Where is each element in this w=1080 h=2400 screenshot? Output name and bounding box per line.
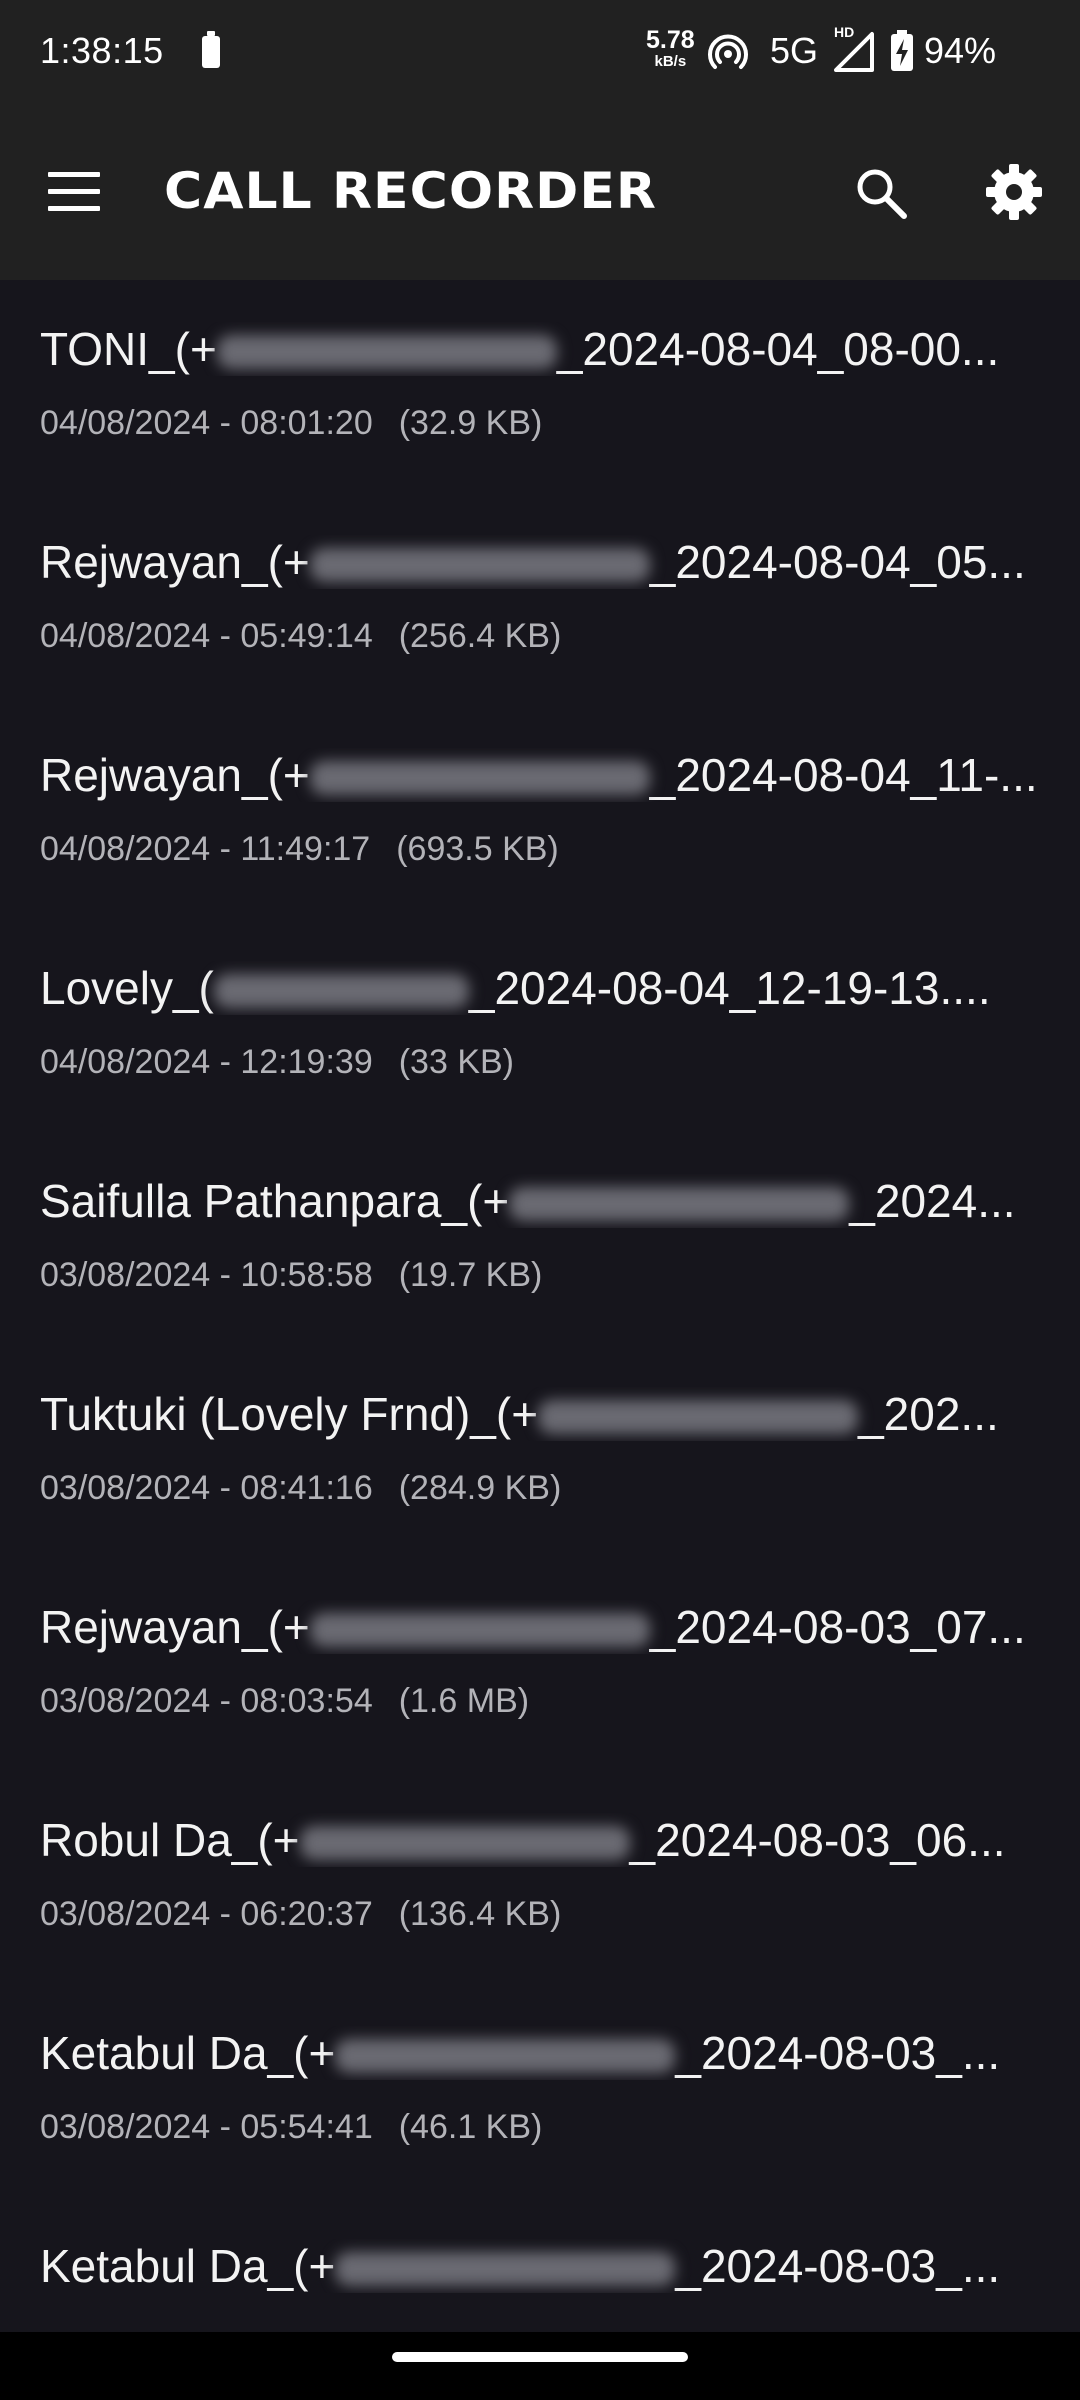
recordings-list: TONI_(+ _2024-08-04_08-00... 04/08/2024 -…	[0, 280, 1080, 2332]
battery-icon	[202, 31, 220, 68]
recording-meta: 03/08/2024 - 10:58:58 (19.7 KB)	[40, 1256, 542, 1295]
recording-title: Lovely_( _2024-08-04_12-19-13....	[40, 961, 1040, 1015]
recording-meta: 04/08/2024 - 08:01:20 (32.9 KB)	[40, 404, 542, 443]
redacted-number	[309, 1613, 650, 1647]
recording-contact: Tuktuki (Lovely Frnd)_(+	[40, 1388, 539, 1440]
recording-date: 03/08/2024 - 08:41:16	[40, 1469, 373, 1507]
network-speed-value: 5.78	[646, 26, 695, 54]
redacted-number	[309, 761, 650, 795]
recording-item[interactable]: Rejwayan_(+ _2024-08-04_05... 04/08/2024 …	[0, 493, 1080, 706]
recording-contact: Rejwayan_(+	[40, 536, 310, 588]
recording-title: Rejwayan_(+ _2024-08-03_07...	[40, 1600, 1040, 1654]
redacted-number	[309, 548, 650, 582]
recording-size: (693.5 KB)	[396, 830, 559, 868]
recording-title: TONI_(+ _2024-08-04_08-00...	[40, 322, 1040, 376]
recording-timestamp: _2024-08-04_11-...	[649, 749, 1038, 801]
network-speed-unit: kB/s	[654, 53, 687, 70]
redacted-number	[538, 1400, 859, 1434]
recording-date: 04/08/2024 - 11:49:17	[40, 830, 371, 868]
recording-size: (284.9 KB)	[398, 1469, 562, 1507]
recording-item[interactable]: TONI_(+ _2024-08-04_08-00... 04/08/2024 -…	[0, 280, 1080, 493]
redacted-number	[213, 974, 469, 1008]
battery-charging-icon	[891, 30, 913, 71]
redacted-number	[299, 1826, 630, 1860]
call-recorder-screen: 1:38:15 5.78 kB/s 5G HD 94% CALL RECORDE…	[0, 0, 1080, 2400]
recording-timestamp: _2024-08-04_08-00...	[556, 323, 1000, 375]
recording-timestamp: _202...	[858, 1388, 999, 1440]
recording-size: (19.7 KB)	[398, 1256, 543, 1294]
status-bar: 1:38:15 5.78 kB/s 5G HD 94%	[0, 0, 1080, 104]
recording-date: 03/08/2024 - 08:03:54	[40, 1682, 373, 1720]
network-type: 5G	[770, 30, 819, 71]
recording-item[interactable]: Rejwayan_(+ _2024-08-03_07... 03/08/2024 …	[0, 1558, 1080, 1771]
recording-timestamp: _2024-08-03_06...	[629, 1814, 1006, 1866]
app-bar: CALL RECORDER	[0, 104, 1080, 280]
status-time: 1:38:15	[40, 30, 164, 71]
recording-title: Ketabul Da_(+ _2024-08-03_...	[40, 2239, 1040, 2293]
recording-date: 04/08/2024 - 12:19:39	[40, 1043, 373, 1081]
recording-title: Saifulla Pathanpara_(+ _2024...	[40, 1174, 1040, 1228]
recording-timestamp: _2024-08-03_...	[675, 2240, 1001, 2292]
recording-meta	[40, 2321, 66, 2332]
recording-contact: TONI_(+	[40, 323, 217, 375]
recording-size: (256.4 KB)	[398, 617, 562, 655]
recording-contact: Rejwayan_(+	[40, 1601, 310, 1653]
recording-contact: Rejwayan_(+	[40, 749, 310, 801]
network-speed: 5.78 kB/s	[646, 26, 695, 70]
recording-meta: 04/08/2024 - 11:49:17 (693.5 KB)	[40, 830, 559, 869]
app-title: CALL RECORDER	[164, 162, 658, 220]
signal-icon	[834, 32, 874, 72]
recording-meta: 03/08/2024 - 08:03:54 (1.6 MB)	[40, 1682, 529, 1721]
recording-title: Rejwayan_(+ _2024-08-04_05...	[40, 535, 1040, 589]
recording-meta: 03/08/2024 - 05:54:41 (46.1 KB)	[40, 2108, 542, 2147]
navigation-bar	[0, 2332, 1080, 2400]
hotspot-icon	[708, 34, 748, 69]
recording-meta: 04/08/2024 - 12:19:39 (33 KB)	[40, 1043, 514, 1082]
recording-item[interactable]: Tuktuki (Lovely Frnd)_(+ _202... 03/08/20…	[0, 1345, 1080, 1558]
recording-date: 03/08/2024 - 10:58:58	[40, 1256, 373, 1294]
recording-date: 03/08/2024 - 05:54:41	[40, 2108, 373, 2146]
redacted-number	[335, 2039, 676, 2073]
battery-percent: 94%	[924, 30, 997, 71]
recording-size: (136.4 KB)	[398, 1895, 562, 1933]
recording-size: (1.6 MB)	[398, 1682, 530, 1720]
home-indicator[interactable]	[392, 2352, 688, 2362]
recording-timestamp: _2024...	[849, 1175, 1016, 1227]
recording-timestamp: _2024-08-04_05...	[649, 536, 1026, 588]
recording-title: Robul Da_(+ _2024-08-03_06...	[40, 1813, 1040, 1867]
recording-item[interactable]: Lovely_( _2024-08-04_12-19-13.... 04/08/2…	[0, 919, 1080, 1132]
recording-meta: 03/08/2024 - 08:41:16 (284.9 KB)	[40, 1469, 561, 1508]
redacted-number	[216, 335, 557, 369]
recording-size: (32.9 KB)	[398, 404, 543, 442]
recording-contact: Lovely_(	[40, 962, 214, 1014]
recording-title: Rejwayan_(+ _2024-08-04_11-...	[40, 748, 1040, 802]
recording-item[interactable]: Rejwayan_(+ _2024-08-04_11-... 04/08/2024…	[0, 706, 1080, 919]
redacted-number	[335, 2252, 676, 2286]
recording-item[interactable]: Ketabul Da_(+ _2024-08-03_...	[0, 2197, 1080, 2332]
recording-timestamp: _2024-08-03_...	[675, 2027, 1001, 2079]
search-icon[interactable]	[854, 166, 908, 220]
recording-timestamp: _2024-08-03_07...	[649, 1601, 1026, 1653]
gear-icon[interactable]	[984, 162, 1044, 222]
recording-item[interactable]: Saifulla Pathanpara_(+ _2024... 03/08/202…	[0, 1132, 1080, 1345]
recording-item[interactable]: Ketabul Da_(+ _2024-08-03_... 03/08/2024 …	[0, 1984, 1080, 2197]
recording-title: Ketabul Da_(+ _2024-08-03_...	[40, 2026, 1040, 2080]
recording-contact: Robul Da_(+	[40, 1814, 300, 1866]
recording-timestamp: _2024-08-04_12-19-13....	[468, 962, 991, 1014]
menu-icon[interactable]	[48, 172, 102, 212]
recording-contact: Ketabul Da_(+	[40, 2240, 336, 2292]
recording-contact: Saifulla Pathanpara_(+	[40, 1175, 510, 1227]
recording-item[interactable]: Robul Da_(+ _2024-08-03_06... 03/08/2024 …	[0, 1771, 1080, 1984]
recording-meta: 04/08/2024 - 05:49:14 (256.4 KB)	[40, 617, 561, 656]
recording-meta: 03/08/2024 - 06:20:37 (136.4 KB)	[40, 1895, 561, 1934]
recording-date: 03/08/2024 - 06:20:37	[40, 1895, 373, 1933]
recording-date: 04/08/2024 - 08:01:20	[40, 404, 373, 442]
redacted-number	[509, 1187, 850, 1221]
recording-date: 04/08/2024 - 05:49:14	[40, 617, 373, 655]
recording-contact: Ketabul Da_(+	[40, 2027, 336, 2079]
recording-size: (46.1 KB)	[398, 2108, 543, 2146]
recording-size: (33 KB)	[398, 1043, 514, 1081]
recording-title: Tuktuki (Lovely Frnd)_(+ _202...	[40, 1387, 1040, 1441]
